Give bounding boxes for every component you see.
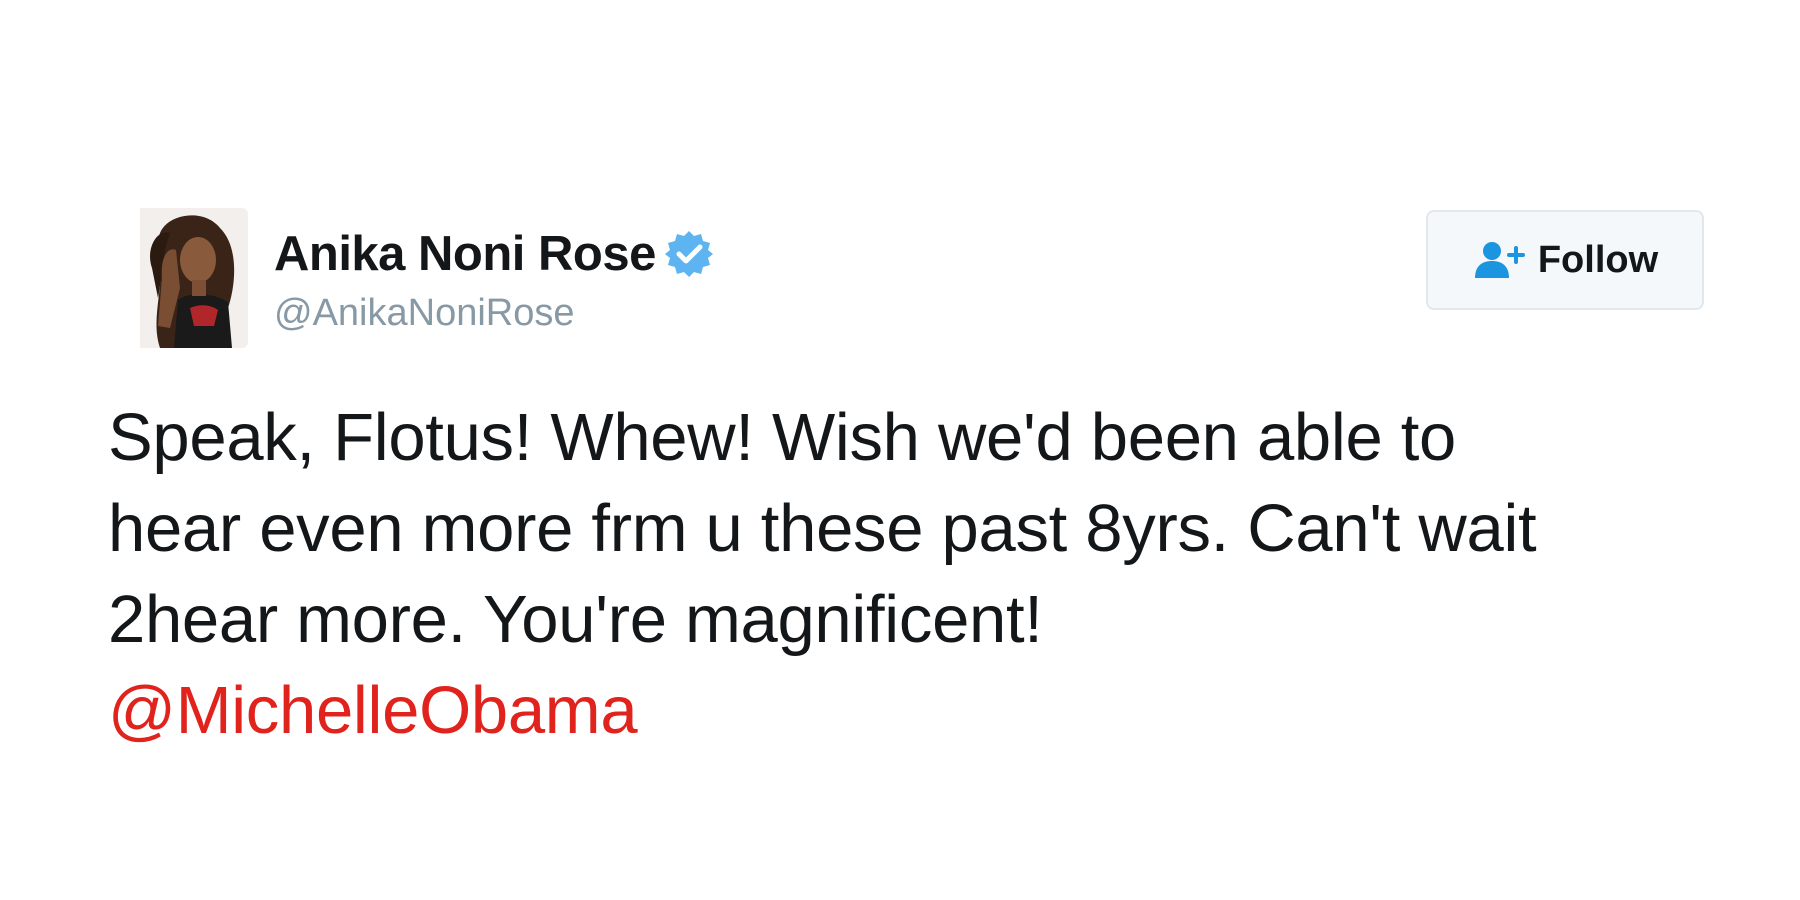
tweet-card: Anika Noni Rose @AnikaNoniRose Follow Sp… (0, 0, 1800, 900)
author-name-row: Anika Noni Rose (274, 224, 714, 284)
tweet-text-line: Speak, Flotus! Whew! Wish we'd been able… (108, 400, 1457, 475)
verified-badge-icon (664, 229, 714, 279)
tweet-text-line: hear even more frm u these past 8yrs. Ca… (108, 491, 1537, 566)
follow-button-label: Follow (1537, 239, 1659, 281)
author-display-name[interactable]: Anika Noni Rose (274, 224, 656, 284)
avatar[interactable] (140, 208, 248, 348)
tweet-text: Speak, Flotus! Whew! Wish we'd been able… (108, 392, 1748, 756)
mention-link[interactable]: @MichelleObama (108, 665, 1748, 756)
tweet-text-line: 2hear more. You're magnificent! (108, 582, 1043, 657)
author-handle[interactable]: @AnikaNoniRose (274, 288, 575, 338)
add-user-icon (1472, 240, 1528, 280)
follow-button[interactable]: Follow (1426, 210, 1704, 310)
